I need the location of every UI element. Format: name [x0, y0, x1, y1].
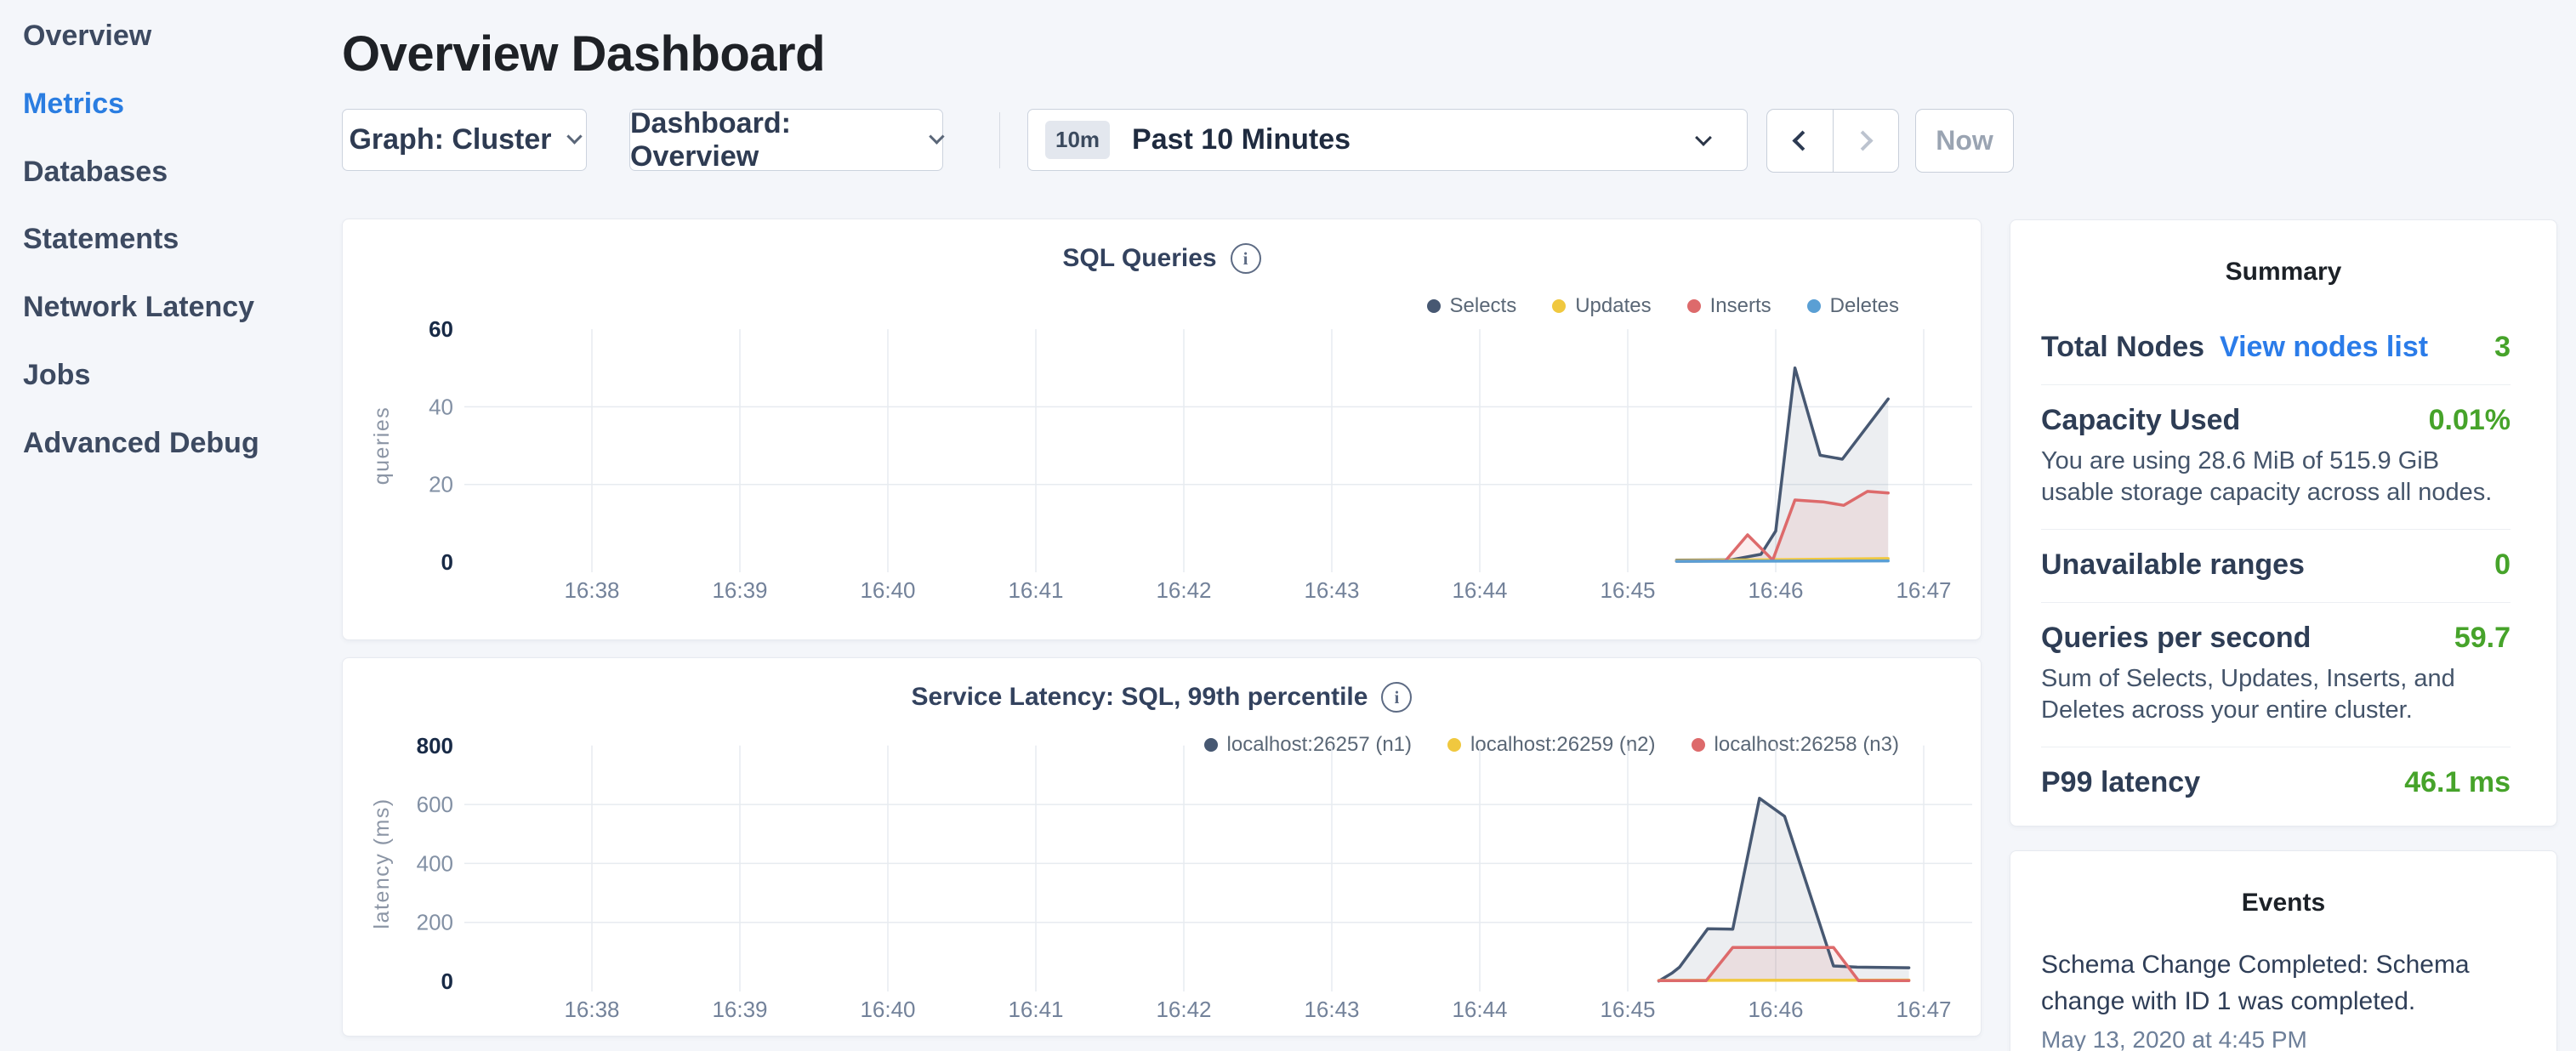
svg-text:16:38: 16:38 [564, 997, 619, 1022]
time-range-dropdown[interactable]: 10m Past 10 Minutes [1027, 109, 1748, 171]
svg-text:0: 0 [441, 969, 453, 994]
event-timestamp: May 13, 2020 at 4:45 PM [2041, 1026, 2522, 1051]
svg-text:16:42: 16:42 [1156, 997, 1211, 1022]
svg-text:16:44: 16:44 [1452, 577, 1507, 603]
summary-value: 46.1 ms [2404, 766, 2511, 799]
sidebar-item-network-latency[interactable]: Network Latency [23, 291, 254, 324]
svg-text:40: 40 [429, 394, 453, 419]
summary-label: P99 latency [2041, 766, 2200, 799]
summary-label: Total Nodes [2041, 331, 2204, 364]
x-axis: 16:38 16:39 16:40 16:41 16:42 16:43 16:44 16:45… [564, 577, 1951, 603]
summary-rows: Total Nodes View nodes list 3 Capacity Used… [2041, 312, 2511, 820]
svg-text:0: 0 [441, 549, 453, 575]
y-axis: 0 200 400 600 800 latency (ms) [370, 733, 453, 994]
next-time-button[interactable] [1834, 110, 1899, 172]
view-nodes-list-link[interactable]: View nodes list [2220, 331, 2428, 364]
summary-row-capacity-used: Capacity Used 0.01% You are using 28.6 MiB… [2041, 384, 2511, 529]
summary-row-total-nodes: Total Nodes View nodes list 3 [2041, 312, 2511, 384]
chevron-left-icon [1792, 130, 1812, 151]
svg-text:16:41: 16:41 [1008, 577, 1063, 603]
chevron-down-icon [566, 128, 582, 144]
events-panel: Events Schema Change Completed: Schema c… [2010, 850, 2557, 1051]
dashboard-dropdown-label: Dashboard: Overview [630, 107, 914, 173]
summary-value: 0 [2494, 548, 2511, 582]
chevron-right-icon [1853, 130, 1874, 151]
time-step-buttons [1766, 109, 1899, 173]
summary-label: Capacity Used [2041, 404, 2240, 437]
svg-text:16:45: 16:45 [1600, 577, 1655, 603]
svg-text:16:43: 16:43 [1304, 577, 1359, 603]
summary-label: Unavailable ranges [2041, 548, 2305, 582]
sidebar-item-statements[interactable]: Statements [23, 223, 179, 256]
page-title: Overview Dashboard [342, 26, 825, 82]
sidebar-item-overview[interactable]: Overview [23, 20, 151, 53]
chevron-down-icon [1695, 129, 1712, 146]
svg-text:16:46: 16:46 [1748, 997, 1803, 1022]
svg-text:16:43: 16:43 [1304, 997, 1359, 1022]
service-latency-chart: 0 200 400 600 800 latency (ms) 16:38 16:39 16:40… [343, 658, 1982, 1037]
summary-desc: You are using 28.6 MiB of 515.9 GiB usab… [2041, 446, 2511, 508]
svg-text:16:47: 16:47 [1896, 997, 1951, 1022]
service-latency-card: Service Latency: SQL, 99th percentile i … [342, 657, 1982, 1037]
svg-text:queries: queries [370, 406, 394, 486]
svg-text:16:40: 16:40 [860, 997, 915, 1022]
sql-queries-card: SQL Queries i SelectsUpdatesInsertsDelet… [342, 219, 1982, 640]
now-button[interactable]: Now [1915, 109, 2014, 173]
summary-title: Summary [2010, 258, 2556, 287]
svg-text:600: 600 [417, 792, 453, 817]
svg-text:16:47: 16:47 [1896, 577, 1951, 603]
y-axis: 0 20 40 60 queries [370, 316, 453, 575]
svg-text:16:44: 16:44 [1452, 997, 1507, 1022]
graph-dropdown[interactable]: Graph: Cluster [342, 109, 587, 171]
sidebar-item-jobs[interactable]: Jobs [23, 359, 90, 392]
svg-text:400: 400 [417, 850, 453, 876]
toolbar-divider [999, 112, 1000, 168]
prev-time-button[interactable] [1767, 110, 1834, 172]
series-areas [1659, 798, 1909, 981]
svg-text:800: 800 [417, 733, 453, 758]
summary-panel: Summary Total Nodes View nodes list 3 Capac… [2010, 219, 2557, 827]
summary-value: 3 [2494, 331, 2511, 364]
sidebar-item-advanced-debug[interactable]: Advanced Debug [23, 427, 259, 460]
summary-row-p99-latency: P99 latency 46.1 ms [2041, 747, 2511, 820]
svg-text:16:39: 16:39 [712, 577, 767, 603]
x-axis: 16:38 16:39 16:40 16:41 16:42 16:43 16:44 16:45… [564, 997, 1951, 1022]
svg-text:16:46: 16:46 [1748, 577, 1803, 603]
svg-text:16:45: 16:45 [1600, 997, 1655, 1022]
event-text: Schema Change Completed: Schema change w… [2041, 946, 2522, 1020]
svg-text:200: 200 [417, 910, 453, 935]
svg-text:60: 60 [429, 316, 453, 342]
svg-text:16:42: 16:42 [1156, 577, 1211, 603]
svg-text:latency (ms): latency (ms) [370, 798, 394, 929]
dashboard-dropdown[interactable]: Dashboard: Overview [629, 109, 943, 171]
sidebar-item-databases[interactable]: Databases [23, 156, 168, 189]
time-range-label: Past 10 Minutes [1132, 123, 1351, 156]
sql-queries-chart: 0204060queries16:3816:3916:4016:4116:421… [343, 219, 1982, 641]
summary-value: 0.01% [2429, 404, 2511, 437]
svg-text:16:38: 16:38 [564, 577, 619, 603]
summary-value: 59.7 [2454, 622, 2511, 655]
chevron-down-icon [930, 128, 945, 144]
sidebar-item-metrics[interactable]: Metrics [23, 88, 124, 121]
time-range-badge: 10m [1045, 121, 1110, 159]
svg-text:16:40: 16:40 [860, 577, 915, 603]
events-title: Events [2010, 889, 2556, 917]
summary-row-unavailable-ranges: Unavailable ranges 0 [2041, 529, 2511, 602]
summary-label: Queries per second [2041, 622, 2311, 655]
summary-desc: Sum of Selects, Updates, Inserts, and De… [2041, 663, 2511, 726]
summary-row-queries-per-second: Queries per second 59.7 Sum of Selects, Up… [2041, 602, 2511, 747]
event-item: Schema Change Completed: Schema change w… [2041, 946, 2522, 1051]
svg-text:16:39: 16:39 [712, 997, 767, 1022]
svg-text:20: 20 [429, 472, 453, 497]
svg-text:16:41: 16:41 [1008, 997, 1063, 1022]
graph-dropdown-label: Graph: Cluster [349, 123, 551, 156]
